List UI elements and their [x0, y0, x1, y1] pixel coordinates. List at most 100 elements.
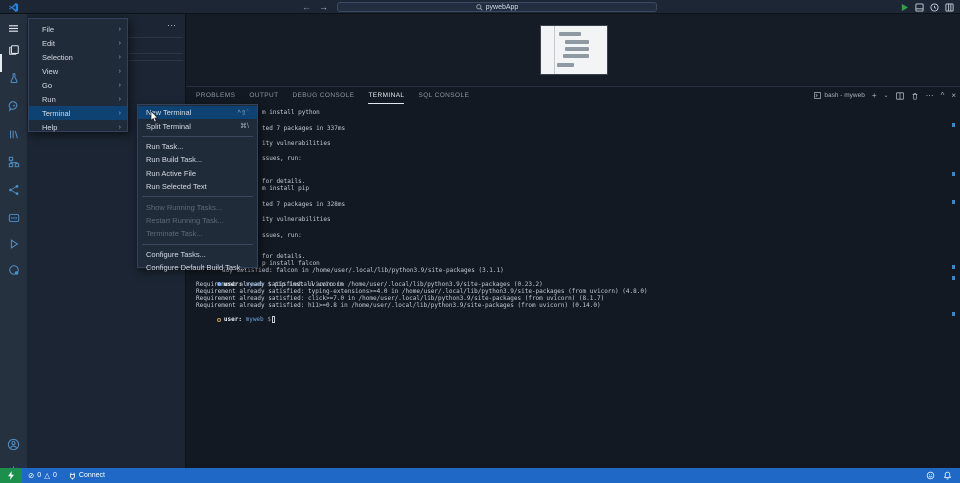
- panel-layout-icon[interactable]: [915, 3, 924, 12]
- remote-indicator[interactable]: [0, 468, 22, 483]
- panel-actions: bash - myweb + ⌄ ⋯ ^ ×: [814, 87, 956, 104]
- new-terminal-icon[interactable]: +: [872, 92, 877, 100]
- split-terminal-icon[interactable]: [896, 92, 904, 100]
- tab-sql-console[interactable]: SQL CONSOLE: [418, 87, 469, 104]
- connect-button[interactable]: Connect: [63, 468, 111, 483]
- nav-back-icon[interactable]: ←: [302, 2, 311, 12]
- doc-line: [565, 40, 589, 44]
- menu-item-edit[interactable]: Edit›: [29, 36, 127, 50]
- submenu-arrow-icon: ›: [119, 40, 121, 47]
- terminal-line: Requirement already satisfied: click>=7.…: [196, 295, 604, 302]
- terminal-line: for details.: [262, 253, 305, 260]
- explorer-icon[interactable]: [0, 40, 27, 60]
- terminal-dropdown-icon[interactable]: ⌄: [884, 93, 889, 99]
- title-bar: ← → pywebApp: [0, 0, 960, 14]
- submenu-arrow-icon: ›: [119, 96, 121, 103]
- tab-problems[interactable]: PROBLEMS: [196, 87, 235, 104]
- bottom-panel: PROBLEMS OUTPUT DEBUG CONSOLE TERMINAL S…: [186, 86, 960, 468]
- menu-icon[interactable]: [0, 18, 27, 38]
- submenu-item-run-build-task[interactable]: Run Build Task...: [138, 153, 257, 166]
- terminal-output[interactable]: m install python ted 7 packages in 337ms…: [186, 104, 960, 469]
- panel-more-icon[interactable]: ⋯: [926, 92, 934, 100]
- overview-ruler-mark: [952, 265, 955, 269]
- menu-item-help[interactable]: Help›: [29, 120, 127, 134]
- menu-item-view[interactable]: View›: [29, 64, 127, 78]
- chat-icon[interactable]: [0, 96, 27, 116]
- menu-item-go[interactable]: Go›: [29, 78, 127, 92]
- submenu-item-configure-default-build-task[interactable]: Configure Default Build Task...: [138, 261, 257, 274]
- run-outline-icon[interactable]: [0, 234, 27, 254]
- submenu-item-run-task[interactable]: Run Task...: [138, 140, 257, 153]
- shortcut-label: ^⇧`: [238, 109, 249, 117]
- sidebar-divider: [127, 60, 183, 61]
- menu-item-file[interactable]: File›: [29, 22, 127, 36]
- feedback-icon[interactable]: [926, 471, 935, 480]
- api-icon[interactable]: [0, 208, 27, 228]
- overview-ruler-mark: [952, 200, 955, 204]
- doc-line: [559, 32, 581, 36]
- submenu-item-configure-tasks[interactable]: Configure Tasks...: [138, 248, 257, 261]
- terminal-line: ssues, run:: [262, 155, 302, 162]
- search-icon: [476, 4, 483, 11]
- overview-ruler-mark: [952, 276, 955, 280]
- terminal-prompt-line: user: myweb $: [188, 309, 275, 330]
- graph-share-icon[interactable]: [0, 180, 27, 200]
- testing-flask-icon[interactable]: [0, 68, 27, 88]
- terminal-submenu: New Terminal^⇧` Split Terminal⌘\ Run Tas…: [137, 104, 258, 268]
- command-center-search[interactable]: pywebApp: [337, 2, 657, 12]
- terminal-instance-label[interactable]: bash - myweb: [814, 92, 864, 99]
- terminal-line: ssues, run:: [262, 232, 302, 239]
- terminal-line: ity vulnerabilities: [262, 140, 331, 147]
- submenu-item-restart-running-task: Restart Running Task...: [138, 214, 257, 227]
- submenu-item-run-active-file[interactable]: Run Active File: [138, 167, 257, 180]
- error-icon: ⊘: [28, 472, 34, 480]
- doc-line: [563, 54, 589, 58]
- submenu-arrow-icon: ›: [119, 110, 121, 117]
- document-preview-image: [540, 25, 608, 75]
- doc-line: [565, 47, 589, 51]
- activity-bar: [0, 14, 27, 468]
- clock-icon[interactable]: [930, 3, 939, 12]
- notifications-bell-icon[interactable]: [943, 471, 952, 480]
- menu-item-terminal[interactable]: Terminal›: [29, 106, 127, 120]
- menu-separator: [142, 244, 253, 245]
- submenu-item-run-selected-text[interactable]: Run Selected Text: [138, 180, 257, 193]
- run-play-icon[interactable]: [900, 3, 909, 12]
- tab-debug-console[interactable]: DEBUG CONSOLE: [292, 87, 354, 104]
- nav-forward-icon[interactable]: →: [319, 2, 328, 12]
- menu-separator: [142, 196, 253, 197]
- editor-area: [186, 14, 960, 86]
- terminal-cursor: [272, 316, 276, 323]
- tab-terminal[interactable]: TERMINAL: [368, 87, 404, 104]
- main-menu-dropdown: File› Edit› Selection› View› Go› Run› Te…: [28, 18, 128, 132]
- submenu-item-show-running-tasks: Show Running Tasks...: [138, 200, 257, 213]
- kill-terminal-trash-icon[interactable]: [911, 92, 919, 100]
- terminal-line: m install pip: [262, 185, 309, 192]
- split-layout-icon[interactable]: [945, 3, 954, 12]
- doc-column-divider: [554, 26, 555, 74]
- status-bar: ⊘ 0 △ 0 Connect: [0, 468, 960, 483]
- mouse-cursor-icon: [150, 111, 159, 123]
- panel-close-icon[interactable]: ×: [951, 92, 956, 100]
- search-value: pywebApp: [486, 4, 519, 11]
- tab-output[interactable]: OUTPUT: [249, 87, 278, 104]
- problems-status[interactable]: ⊘ 0 △ 0: [22, 468, 63, 483]
- panel-maximize-icon[interactable]: ^: [941, 92, 945, 100]
- sidebar-divider: [127, 53, 183, 54]
- structure-icon[interactable]: [0, 152, 27, 172]
- sync-icon[interactable]: [0, 260, 27, 280]
- vscode-logo-icon: [8, 2, 19, 13]
- terminal-line: ted 7 packages in 337ms: [262, 125, 345, 132]
- submenu-item-terminate-task: Terminate Task...: [138, 227, 257, 240]
- library-icon[interactable]: [0, 124, 27, 144]
- terminal-line: ted 7 packages in 328ms: [262, 201, 345, 208]
- menu-item-run[interactable]: Run›: [29, 92, 127, 106]
- command-pending-circle-icon: [217, 318, 221, 322]
- terminal-line: p install falcon: [262, 260, 320, 267]
- account-icon[interactable]: [0, 434, 27, 454]
- more-actions-icon[interactable]: ⋯: [167, 20, 177, 31]
- shortcut-label: ⌘\: [240, 122, 249, 130]
- overview-ruler-mark: [952, 123, 955, 127]
- menu-item-selection[interactable]: Selection›: [29, 50, 127, 64]
- overview-ruler-mark: [952, 172, 955, 176]
